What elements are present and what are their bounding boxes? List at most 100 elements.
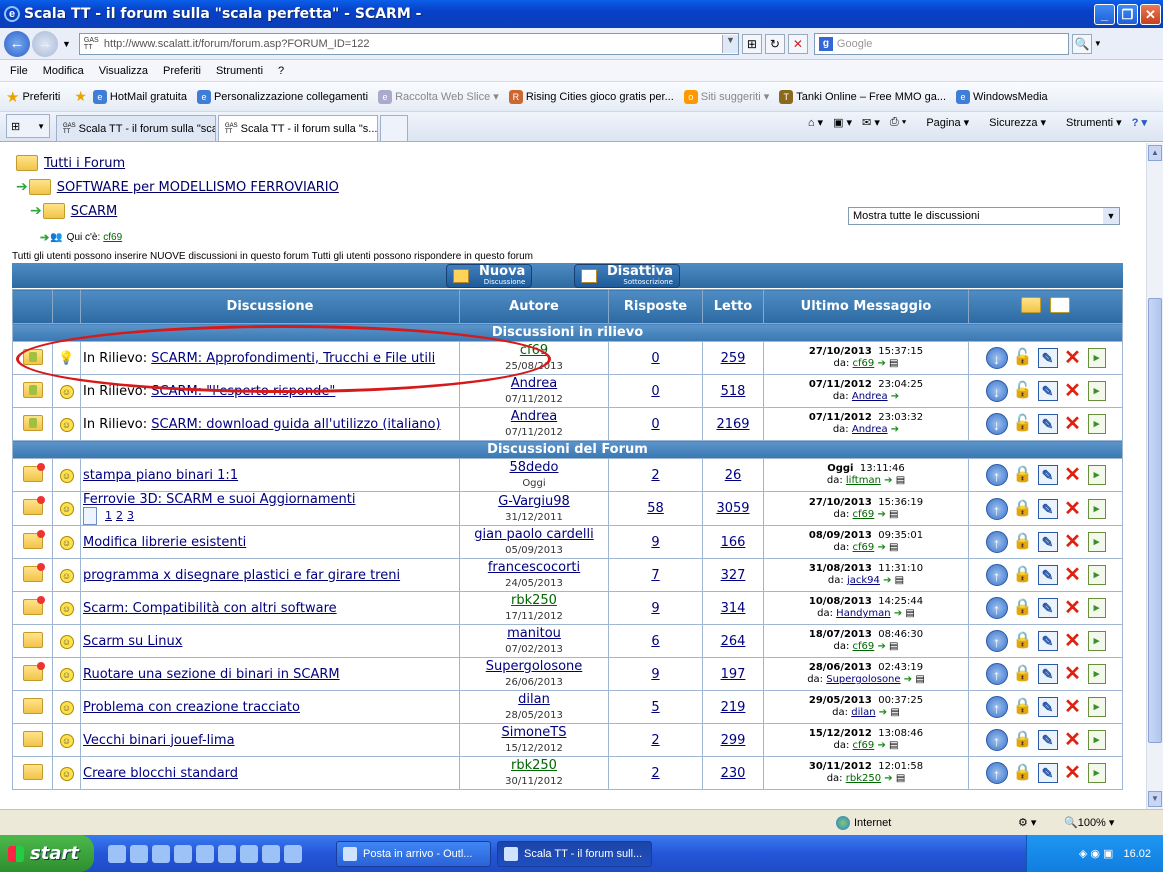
- go-last-arrow-icon[interactable]: ➔: [884, 773, 892, 784]
- go-last-arrow-icon[interactable]: ➔: [877, 358, 885, 369]
- unsubscribe-button[interactable]: Disattiva Sottoscrizione: [574, 264, 680, 288]
- chevron-down-icon[interactable]: ▼: [1103, 208, 1119, 224]
- replies-link[interactable]: 9: [651, 601, 659, 616]
- unpin-down-icon[interactable]: ↓: [985, 413, 1008, 435]
- views-link[interactable]: 299: [721, 733, 746, 748]
- last-by-link[interactable]: Handyman: [836, 608, 890, 619]
- close-button[interactable]: ✕: [1140, 3, 1161, 25]
- go-last-arrow-icon[interactable]: ➔: [877, 542, 885, 553]
- refresh-icon[interactable]: ↻: [764, 33, 785, 54]
- fav-hotmail[interactable]: e HotMail gratuita: [92, 89, 187, 104]
- last-post-icon[interactable]: ▤: [915, 674, 924, 685]
- go-last-arrow-icon[interactable]: ➔: [877, 641, 885, 652]
- unpin-down-icon[interactable]: ↓: [985, 380, 1008, 402]
- edit-icon[interactable]: ✎: [1037, 664, 1058, 684]
- topic-link[interactable]: Modifica librerie esistenti: [83, 535, 246, 550]
- topic-filter-select[interactable]: Mostra tutte le discussioni ▼: [848, 207, 1120, 225]
- edit-icon[interactable]: ✎: [1037, 763, 1058, 783]
- last-post-icon[interactable]: ▤: [889, 641, 898, 652]
- print-icon[interactable]: ⎙ ▾: [890, 116, 906, 129]
- author-link[interactable]: francescocorti: [460, 561, 608, 575]
- restore-button[interactable]: ❐: [1117, 3, 1138, 25]
- close-tab-icon[interactable]: ✕: [377, 122, 378, 135]
- author-link[interactable]: dilan: [460, 693, 608, 707]
- lock-icon[interactable]: 🔒: [1012, 464, 1034, 486]
- last-by-link[interactable]: cf69: [853, 740, 875, 751]
- author-link[interactable]: Supergolosone: [460, 660, 608, 674]
- pin-up-icon[interactable]: ↑: [985, 464, 1008, 486]
- edit-icon[interactable]: ✎: [1037, 414, 1058, 434]
- quicklaunch-icon[interactable]: [108, 844, 126, 863]
- scroll-thumb[interactable]: [1148, 298, 1162, 743]
- new-tab-button[interactable]: [380, 115, 408, 141]
- author-link[interactable]: cf69: [460, 344, 608, 358]
- edit-icon[interactable]: ✎: [1037, 598, 1058, 618]
- favorites-button[interactable]: Preferiti: [22, 91, 60, 103]
- history-dropdown-icon[interactable]: ▼: [62, 39, 71, 49]
- author-link[interactable]: rbk250: [460, 594, 608, 608]
- minimize-button[interactable]: _: [1094, 3, 1115, 25]
- lock-icon[interactable]: 🔒: [1012, 498, 1034, 520]
- tab-list-dropdown-icon[interactable]: ▼: [37, 122, 45, 131]
- last-post-icon[interactable]: ▤: [889, 509, 898, 520]
- menu-help[interactable]: ?: [278, 65, 284, 77]
- fav-webslice[interactable]: e Raccolta Web Slice ▾: [378, 89, 499, 104]
- replies-link[interactable]: 6: [651, 634, 659, 649]
- cmd-sicurezza[interactable]: Sicurezza ▾: [979, 116, 1046, 129]
- pin-up-icon[interactable]: ↑: [985, 696, 1008, 718]
- pin-up-icon[interactable]: ↑: [985, 663, 1008, 685]
- quicklaunch-icon[interactable]: [130, 844, 148, 863]
- last-by-link[interactable]: rbk250: [846, 773, 881, 784]
- breadcrumb-link-forum[interactable]: SCARM: [71, 204, 117, 219]
- cmd-pagina[interactable]: Pagina ▾: [916, 116, 969, 129]
- topic-link[interactable]: SCARM: Approfondimenti, Trucchi e File u…: [151, 351, 435, 366]
- topic-link[interactable]: Problema con creazione tracciato: [83, 700, 300, 715]
- go-last-arrow-icon[interactable]: ➔: [879, 707, 887, 718]
- edit-icon[interactable]: ✎: [1037, 498, 1058, 519]
- go-last-arrow-icon[interactable]: ➔: [883, 575, 891, 586]
- zoom-control[interactable]: 🔍100% ▾: [1064, 816, 1114, 829]
- lock-icon[interactable]: 🔒: [1012, 564, 1034, 586]
- replies-link[interactable]: 2: [651, 766, 659, 781]
- replies-link[interactable]: 58: [647, 501, 664, 516]
- delete-icon[interactable]: ✕: [1062, 564, 1084, 586]
- views-link[interactable]: 327: [721, 568, 746, 583]
- author-link[interactable]: 58dedo: [460, 461, 608, 475]
- topic-link[interactable]: Vecchi binari jouef-lima: [83, 733, 235, 748]
- lock-icon[interactable]: 🔒: [1012, 729, 1034, 751]
- move-icon[interactable]: ▸: [1087, 763, 1106, 783]
- last-post-icon[interactable]: ▤: [896, 475, 905, 486]
- views-link[interactable]: 264: [721, 634, 746, 649]
- quicklaunch-icon[interactable]: [240, 844, 258, 863]
- edit-icon[interactable]: ✎: [1037, 631, 1058, 651]
- delete-icon[interactable]: ✕: [1062, 380, 1084, 402]
- last-post-icon[interactable]: ▤: [889, 542, 898, 553]
- mail-icon[interactable]: ✉ ▾: [862, 116, 880, 129]
- delete-icon[interactable]: ✕: [1062, 413, 1084, 435]
- fav-personalizzazione[interactable]: e Personalizzazione collegamenti: [196, 89, 368, 104]
- author-link[interactable]: manitou: [460, 627, 608, 641]
- pin-up-icon[interactable]: ↑: [985, 630, 1008, 652]
- quicklaunch-icon[interactable]: [262, 844, 280, 863]
- topic-link[interactable]: Ruotare una sezione di binari in SCARM: [83, 667, 340, 682]
- search-input[interactable]: g Google: [813, 32, 1069, 55]
- unlock-icon[interactable]: 🔓: [1012, 380, 1034, 402]
- lock-icon[interactable]: 🔒: [1012, 597, 1034, 619]
- delete-icon[interactable]: ✕: [1062, 762, 1084, 784]
- topic-link[interactable]: Creare blocchi standard: [83, 766, 238, 781]
- help-icon[interactable]: ? ▾: [1132, 116, 1147, 129]
- delete-icon[interactable]: ✕: [1062, 347, 1084, 369]
- new-folder-icon[interactable]: [1020, 296, 1041, 313]
- author-link[interactable]: gian paolo cardelli: [460, 528, 608, 542]
- cmd-strumenti[interactable]: Strumenti ▾: [1056, 116, 1122, 129]
- delete-icon[interactable]: ✕: [1062, 597, 1084, 619]
- views-link[interactable]: 219: [721, 700, 746, 715]
- online-user-link[interactable]: cf69: [103, 232, 122, 243]
- last-by-link[interactable]: liftman: [846, 475, 881, 486]
- move-icon[interactable]: ▸: [1087, 598, 1106, 618]
- replies-link[interactable]: 7: [651, 568, 659, 583]
- pin-up-icon[interactable]: ↑: [985, 564, 1008, 586]
- topic-link[interactable]: Scarm: Compatibilità con altri software: [83, 601, 337, 616]
- go-last-arrow-icon[interactable]: ➔: [884, 475, 892, 486]
- task-ie[interactable]: Scala TT - il forum sull...: [497, 840, 652, 867]
